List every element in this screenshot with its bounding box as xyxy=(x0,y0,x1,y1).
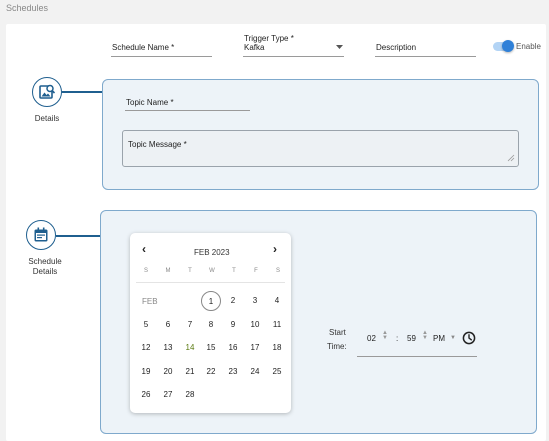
next-month-button[interactable]: › xyxy=(273,242,277,256)
calendar-day[interactable]: 11 xyxy=(266,318,288,332)
trigger-type-select[interactable] xyxy=(243,56,344,57)
image-search-icon xyxy=(39,84,56,99)
weekday-label: F xyxy=(254,268,258,274)
calendar-day[interactable]: 22 xyxy=(200,365,222,379)
enable-toggle-thumb[interactable] xyxy=(502,40,514,52)
calendar-day[interactable]: 8 xyxy=(200,318,222,332)
weekday-label: S xyxy=(275,268,280,274)
weekday-label: W xyxy=(209,268,215,274)
weekday-label: S xyxy=(143,268,148,274)
calendar-day[interactable]: 26 xyxy=(135,388,157,402)
calendar-day[interactable]: 16 xyxy=(222,341,244,355)
enable-label: Enable xyxy=(516,42,541,51)
calendar-day[interactable]: 17 xyxy=(244,341,266,355)
description-input[interactable] xyxy=(375,56,476,57)
topic-name-input[interactable] xyxy=(125,110,250,111)
hour-value[interactable]: 02 xyxy=(367,334,376,343)
ampm-value[interactable]: PM xyxy=(433,334,445,343)
calendar-day[interactable]: 19 xyxy=(135,365,157,379)
calendar-day[interactable]: 28 xyxy=(179,388,201,402)
weekday-label: T xyxy=(232,268,236,274)
calendar-day[interactable]: 13 xyxy=(157,341,179,355)
calendar-day[interactable]: 15 xyxy=(200,341,222,355)
calendar-day[interactable]: 9 xyxy=(222,318,244,332)
calendar-day[interactable]: 6 xyxy=(157,318,179,332)
weekday-label: M xyxy=(165,268,171,274)
calendar-day[interactable]: 2 xyxy=(222,294,244,308)
calendar-day[interactable]: 25 xyxy=(266,365,288,379)
clock-icon[interactable] xyxy=(462,331,476,345)
hour-spinner-icon[interactable]: ▲ ▼ xyxy=(382,330,388,341)
calendar-icon xyxy=(34,227,48,242)
weekday-header-row: S M T W T F S xyxy=(135,268,289,274)
minute-value[interactable]: 59 xyxy=(407,334,416,343)
calendar-day-selected[interactable]: 1 xyxy=(201,291,221,311)
description-label: Description xyxy=(376,43,417,52)
start-time-label-line2: Time: xyxy=(327,342,347,351)
time-separator: : xyxy=(396,334,399,343)
start-time-input[interactable] xyxy=(357,356,477,357)
chevron-down-icon[interactable] xyxy=(336,45,343,50)
topic-message-label: Topic Message * xyxy=(128,140,187,149)
calendar-day[interactable]: 23 xyxy=(222,365,244,379)
schedule-details-step-icon-circle xyxy=(26,220,56,250)
calendar-day[interactable]: 18 xyxy=(266,341,288,355)
start-time-label-line1: Start xyxy=(329,328,346,337)
calendar-day-today[interactable]: 14 xyxy=(179,341,201,355)
schedule-name-label: Schedule Name * xyxy=(112,43,175,52)
calendar-month-title: FEB 2023 xyxy=(194,248,230,257)
trigger-type-value[interactable]: Kafka xyxy=(244,43,264,52)
calendar-day[interactable]: 27 xyxy=(157,388,179,402)
trigger-type-label: Trigger Type * xyxy=(244,34,294,43)
weekday-label: T xyxy=(188,268,192,274)
calendar-day[interactable]: 10 xyxy=(244,318,266,332)
calendar-day[interactable]: 21 xyxy=(179,365,201,379)
ampm-dropdown-icon[interactable]: ▼ xyxy=(450,335,456,341)
minute-spinner-icon[interactable]: ▲ ▼ xyxy=(422,330,428,341)
calendar-day[interactable]: 12 xyxy=(135,341,157,355)
prev-month-button[interactable]: ‹ xyxy=(142,242,146,256)
calendar-divider xyxy=(136,282,285,283)
details-step-icon-circle xyxy=(32,77,62,107)
calendar-day[interactable]: 24 xyxy=(244,365,266,379)
calendar-day[interactable]: 20 xyxy=(157,365,179,379)
resize-grip-icon[interactable] xyxy=(507,154,515,162)
calendar-day[interactable]: 3 xyxy=(244,294,266,308)
calendar-day[interactable]: 7 xyxy=(179,318,201,332)
calendar-month-label: FEB xyxy=(142,297,158,306)
page-title: Schedules xyxy=(6,3,49,13)
calendar-day[interactable]: 5 xyxy=(135,318,157,332)
schedule-details-step-label-line2: Details xyxy=(32,267,58,276)
schedule-name-input[interactable] xyxy=(111,56,212,57)
schedule-details-step-label-line1: Schedule xyxy=(28,257,62,266)
calendar-day[interactable]: 4 xyxy=(266,294,288,308)
details-step-connector xyxy=(62,91,103,93)
schedule-details-step-connector xyxy=(56,235,100,237)
details-step-label: Details xyxy=(34,114,60,123)
topic-name-label: Topic Name * xyxy=(126,98,174,107)
